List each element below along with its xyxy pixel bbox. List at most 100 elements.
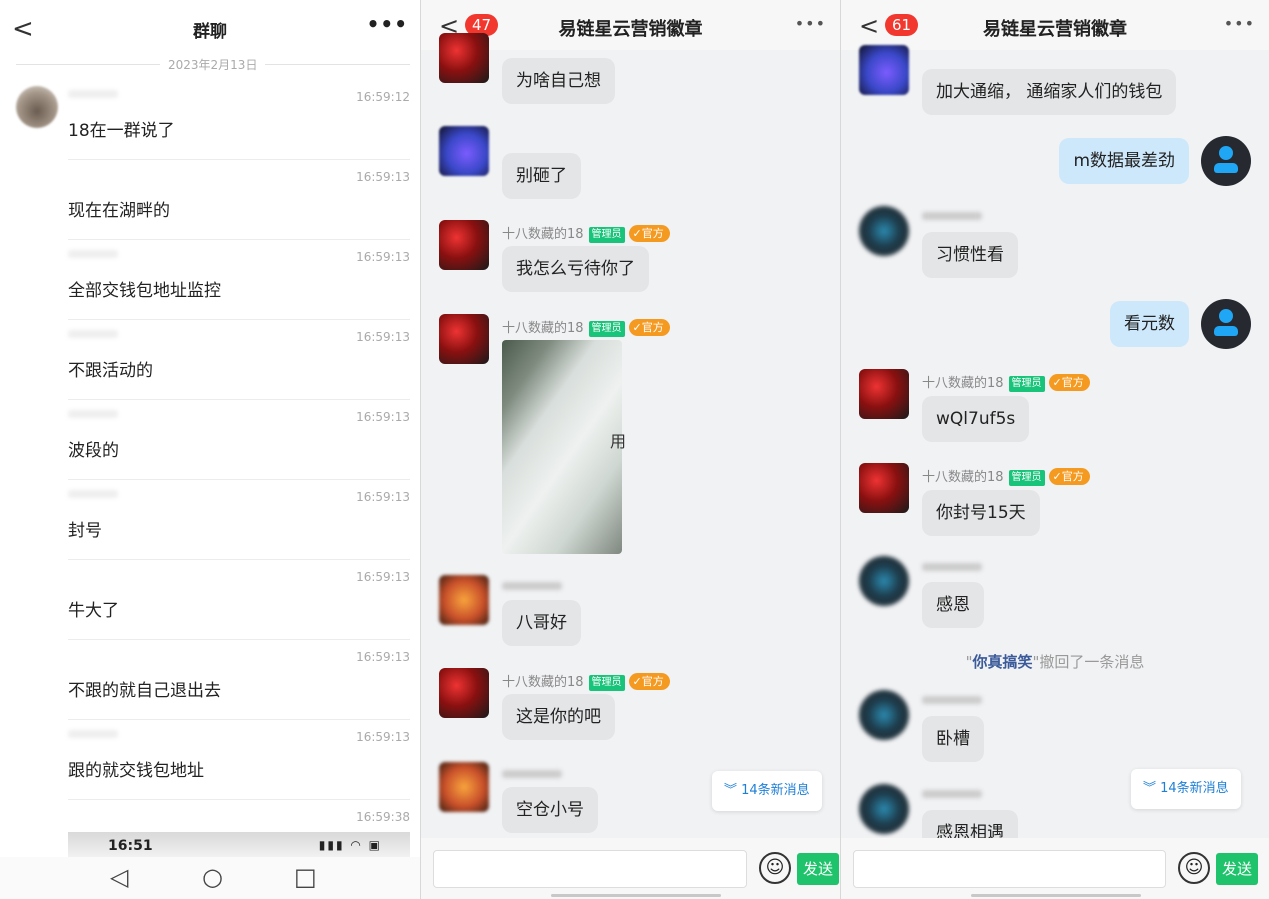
avatar[interactable]: [439, 762, 489, 812]
message-image[interactable]: 用: [502, 340, 626, 554]
message-bubble[interactable]: 你封号15天: [922, 490, 1040, 536]
header: < 61 易链星云营销徽章 •••: [841, 0, 1269, 50]
avatar[interactable]: [439, 220, 489, 270]
my-message-bubble[interactable]: 看元数: [1110, 301, 1189, 347]
chat-title: 易链星云营销徽章: [983, 19, 1127, 40]
message-bubble[interactable]: 习惯性看: [922, 232, 1018, 278]
avatar[interactable]: [859, 45, 909, 95]
message-bubble[interactable]: 这是你的吧: [502, 694, 615, 740]
more-icon[interactable]: •••: [367, 12, 408, 36]
sender-label: 十八数藏的18: [502, 227, 584, 242]
timestamp: 16:59:13: [356, 730, 410, 744]
avatar[interactable]: [859, 556, 909, 606]
message-text: 不跟活动的: [68, 361, 153, 381]
list-item: 16:59:13 不跟的就自己退出去: [68, 640, 410, 720]
avatar[interactable]: [439, 126, 489, 176]
chevron-down-icon: ︾: [724, 783, 742, 798]
input-bar: ☺ 发送: [841, 838, 1269, 899]
sender-name-blurred: [922, 790, 982, 798]
sender-name-blurred: [68, 410, 118, 418]
embedded-screenshot[interactable]: 16:51 ▮▮▮ ◠ ▣: [68, 832, 410, 857]
send-button[interactable]: 发送: [1216, 853, 1259, 885]
message-text: 波段的: [68, 441, 119, 461]
new-messages-button[interactable]: ︾ 14条新消息: [1131, 769, 1241, 809]
official-label: 官方: [641, 321, 664, 334]
message-bubble[interactable]: 我怎么亏待你了: [502, 246, 649, 292]
avatar[interactable]: [859, 690, 909, 740]
sender-name-blurred: [68, 730, 118, 738]
admin-tag: 管理员: [1008, 376, 1045, 392]
header: < 群聊 •••: [0, 0, 420, 56]
admin-tag: 管理员: [588, 321, 625, 337]
list-item: 16:59:13 跟的就交钱包地址: [68, 720, 410, 800]
avatar[interactable]: [439, 575, 489, 625]
avatar[interactable]: [859, 784, 909, 834]
nav-home-icon[interactable]: ○: [202, 863, 223, 891]
message-bubble[interactable]: 感恩: [922, 582, 984, 628]
message-text: 全部交钱包地址监控: [68, 281, 221, 301]
message-bubble[interactable]: 别砸了: [502, 153, 581, 199]
emoji-icon[interactable]: ☺: [1178, 852, 1210, 884]
message-bubble[interactable]: 空仓小号: [502, 787, 598, 833]
status-bar-time: 16:51: [108, 838, 153, 854]
sender-label: 十八数藏的18: [502, 675, 584, 690]
admin-tag: 管理员: [1008, 470, 1045, 486]
system-nav-bar: ◁ ○ □: [0, 857, 420, 899]
message-bubble[interactable]: wQl7uf5s: [922, 396, 1030, 442]
official-tag: ✓官方: [628, 225, 670, 242]
message-bubble[interactable]: 为啥自己想: [502, 58, 615, 104]
sender-name: 十八数藏的18 管理员 ✓官方: [502, 317, 670, 337]
sender-label: 十八数藏的18: [502, 321, 584, 336]
sender-name-blurred: [502, 770, 562, 778]
list-item: 16:59:12 18在一群说了: [68, 80, 410, 160]
emoji-icon[interactable]: ☺: [759, 852, 791, 884]
page-title: 群聊: [193, 22, 227, 42]
message-text: 现在在湖畔的: [68, 201, 170, 221]
official-tag: ✓官方: [1048, 468, 1090, 485]
message-text: 不跟的就自己退出去: [68, 681, 221, 701]
message-text: 牛大了: [68, 601, 119, 621]
new-messages-button[interactable]: ︾ 14条新消息: [712, 771, 822, 811]
input-bar: ☺ 发送: [421, 838, 840, 899]
sender-name: 十八数藏的18 管理员 ✓官方: [922, 466, 1090, 486]
recall-user[interactable]: 你真搞笑: [972, 653, 1032, 671]
avatar[interactable]: [439, 33, 489, 83]
message-text: 跟的就交钱包地址: [68, 761, 204, 781]
nav-recent-icon[interactable]: □: [294, 863, 317, 891]
my-avatar[interactable]: [1201, 136, 1251, 186]
list-item: 16:59:13 封号: [68, 480, 410, 560]
sender-name-blurred: [922, 696, 982, 704]
avatar[interactable]: [859, 206, 909, 256]
sender-name: 十八数藏的18 管理员 ✓官方: [502, 223, 670, 243]
admin-tag: 管理员: [588, 227, 625, 243]
image-text: 用: [610, 432, 627, 451]
message-bubble[interactable]: 加大通缩， 通缩家人们的钱包: [922, 69, 1177, 115]
chevron-down-icon: ︾: [1143, 781, 1161, 796]
sender-label: 十八数藏的18: [922, 376, 1004, 391]
avatar[interactable]: [16, 86, 58, 128]
list-item: 16:59:13 不跟活动的: [68, 320, 410, 400]
timestamp: 16:59:38: [356, 810, 410, 824]
admin-tag: 管理员: [588, 675, 625, 691]
timestamp: 16:59:13: [356, 570, 410, 584]
official-tag: ✓官方: [628, 673, 670, 690]
more-icon[interactable]: •••: [1224, 14, 1255, 33]
send-button[interactable]: 发送: [797, 853, 840, 885]
chat-panel-47: < 47 易链星云营销徽章 ••• 为啥自己想 别砸了 十八数藏的18 管理员 ✓官…: [421, 0, 840, 899]
avatar[interactable]: [439, 668, 489, 718]
message-bubble[interactable]: 八哥好: [502, 600, 581, 646]
more-icon[interactable]: •••: [795, 14, 826, 33]
avatar[interactable]: [859, 463, 909, 513]
avatar[interactable]: [439, 314, 489, 364]
message-input[interactable]: [853, 850, 1166, 888]
my-message-bubble[interactable]: m数据最差劲: [1059, 138, 1189, 184]
timestamp: 16:59:12: [356, 90, 410, 104]
avatar[interactable]: [859, 369, 909, 419]
nav-back-icon[interactable]: ◁: [110, 863, 128, 891]
recall-notice: "你真搞笑"撤回了一条消息: [841, 651, 1269, 672]
message-input[interactable]: [433, 850, 747, 888]
official-label: 官方: [641, 227, 664, 240]
list-item: 16:59:13 牛大了: [68, 560, 410, 640]
my-avatar[interactable]: [1201, 299, 1251, 349]
message-bubble[interactable]: 卧槽: [922, 716, 984, 762]
